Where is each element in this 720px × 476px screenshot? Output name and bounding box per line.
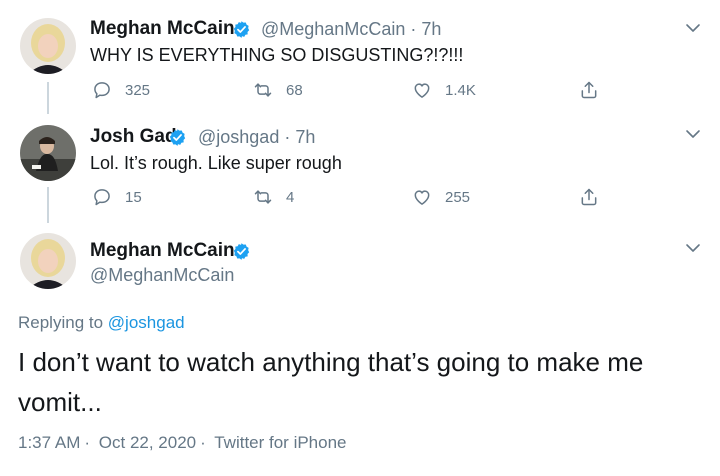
verified-badge-icon	[232, 20, 251, 39]
reply-icon	[92, 80, 112, 100]
author-handle[interactable]: @joshgad	[198, 127, 279, 147]
reply-icon	[92, 187, 112, 207]
retweet-icon	[253, 187, 273, 207]
share-icon	[579, 80, 599, 100]
tweet-date[interactable]: Oct 22, 2020	[99, 433, 196, 452]
chevron-down-icon[interactable]	[685, 126, 701, 142]
author-name[interactable]: Josh Gad	[90, 126, 177, 148]
heart-icon	[412, 187, 432, 207]
chevron-down-icon[interactable]	[685, 240, 701, 256]
tweet-footer: 1:37 AM · Oct 22, 2020 · Twitter for iPhon…	[18, 433, 351, 453]
author-name[interactable]: Meghan McCain	[90, 240, 235, 262]
retweet-count: 68	[286, 81, 303, 99]
tweet-time[interactable]: 1:37 AM	[18, 433, 80, 452]
share-button[interactable]	[579, 187, 599, 207]
replying-handle-link[interactable]: @joshgad	[108, 313, 185, 332]
avatar[interactable]	[20, 125, 76, 181]
tweet-meta: @MeghanMcCain · 7h	[261, 19, 441, 40]
retweet-button[interactable]: 4	[253, 187, 294, 207]
retweet-button[interactable]: 68	[253, 80, 303, 100]
verified-badge-icon	[168, 128, 187, 147]
separator: ·	[84, 433, 91, 452]
separator: ·	[284, 127, 291, 147]
replying-to: Replying to @joshgad	[18, 313, 185, 333]
tweet-text: WHY IS EVERYTHING SO DISGUSTING?!?!!!	[90, 45, 464, 65]
heart-icon	[412, 80, 432, 100]
share-button[interactable]	[579, 80, 599, 100]
like-button[interactable]: 1.4K	[412, 80, 476, 100]
author-handle[interactable]: @MeghanMcCain	[90, 265, 234, 286]
avatar[interactable]	[20, 18, 76, 74]
reply-button[interactable]: 15	[92, 187, 142, 207]
retweet-icon	[253, 80, 273, 100]
reply-count: 15	[125, 188, 142, 206]
like-button[interactable]: 255	[412, 187, 470, 207]
tweet-source[interactable]: Twitter for iPhone	[214, 433, 346, 452]
share-icon	[579, 187, 599, 207]
author-name[interactable]: Meghan McCain	[90, 18, 235, 40]
replying-label: Replying to	[18, 313, 104, 332]
author-handle[interactable]: @MeghanMcCain	[261, 19, 405, 39]
separator: ·	[200, 433, 206, 452]
thread-line	[47, 187, 49, 223]
reply-count: 325	[125, 81, 151, 99]
reply-button[interactable]: 325	[92, 80, 150, 100]
retweet-count: 4	[286, 188, 295, 206]
timestamp[interactable]: 7h	[421, 19, 441, 39]
timestamp[interactable]: 7h	[295, 127, 315, 147]
avatar[interactable]	[20, 233, 76, 289]
tweet-thread: Meghan McCain @MeghanMcCain · 7h WHY IS …	[0, 0, 720, 476]
like-count: 255	[445, 188, 471, 206]
tweet-meta: @joshgad · 7h	[198, 127, 315, 148]
like-count: 1.4K	[445, 81, 476, 99]
verified-badge-icon	[232, 242, 251, 261]
chevron-down-icon[interactable]	[685, 20, 701, 36]
separator: ·	[410, 19, 417, 39]
thread-line	[47, 82, 49, 114]
main-tweet-text: I don’t want to watch anything that’s go…	[18, 347, 644, 417]
tweet-text: Lol. It’s rough. Like super rough	[90, 153, 342, 173]
